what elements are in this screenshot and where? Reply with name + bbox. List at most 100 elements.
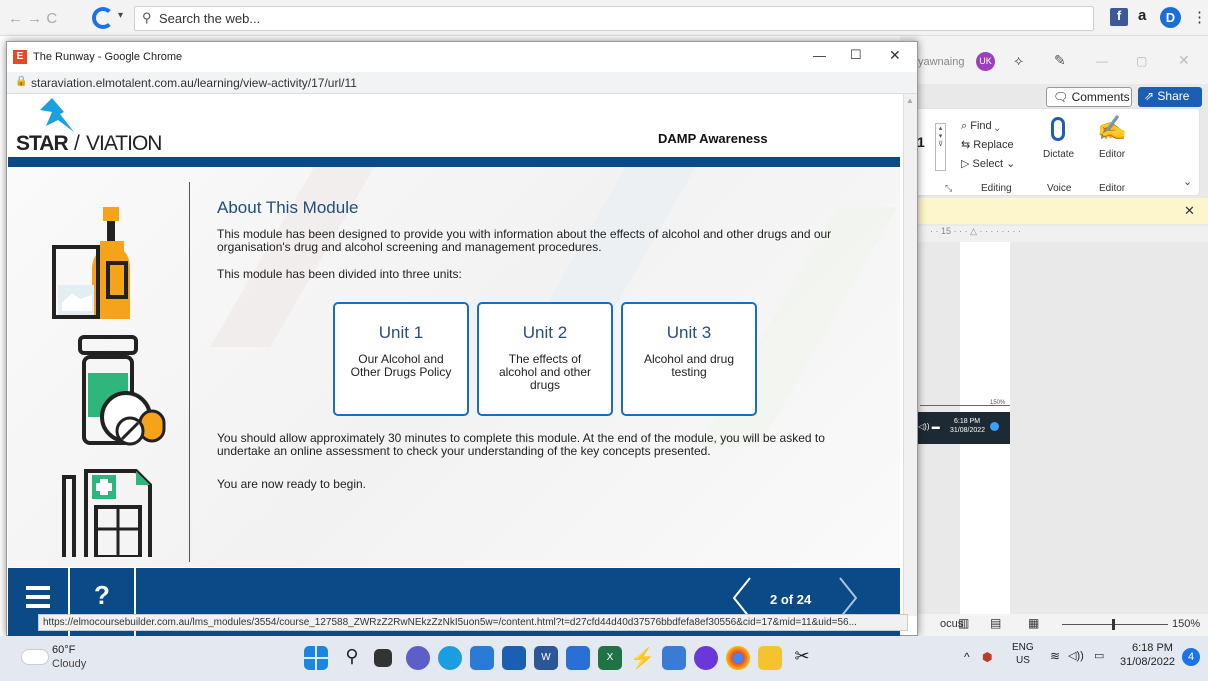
section-heading: About This Module — [217, 198, 359, 217]
volume-icon[interactable]: ◁)) — [1068, 649, 1084, 662]
module-name: DAMP Awareness — [658, 131, 768, 146]
editing-commands: ⌕ Find ⌄ ⇆ Replace ▷ Select ⌄ — [961, 117, 1015, 174]
microphone-icon[interactable] — [1051, 117, 1065, 141]
restore-icon[interactable]: ▢ — [1136, 54, 1147, 68]
edge-icon[interactable] — [438, 646, 462, 670]
dialog-launcher-icon[interactable]: ⤡ — [945, 183, 952, 194]
comments-label: Comments — [1071, 90, 1130, 104]
dropbox-icon[interactable] — [566, 646, 590, 670]
weather-desc[interactable]: Cloudy — [52, 658, 86, 670]
teams-icon[interactable] — [406, 646, 430, 670]
time-note: You should allow approximately 30 minute… — [217, 431, 825, 458]
zoom-thumb[interactable] — [1112, 619, 1115, 630]
window-title: The Runway - Google Chrome — [33, 51, 183, 63]
avatar[interactable]: UK — [976, 52, 995, 71]
zoom-label[interactable]: 150% — [1172, 618, 1200, 630]
nav-buttons[interactable]: ← → C — [8, 10, 57, 27]
diamond-icon[interactable]: ⟡ — [1014, 52, 1023, 69]
unit-title: Unit 1 — [378, 323, 424, 342]
info-bar-close-icon[interactable]: ✕ — [1184, 203, 1195, 219]
close-button[interactable]: ✕ — [889, 47, 901, 64]
amazon-icon[interactable]: a — [1138, 7, 1146, 24]
ie-logo-icon[interactable] — [92, 7, 114, 29]
task-view-icon[interactable] — [374, 649, 392, 667]
page-indicator: 2 of 24 — [770, 592, 812, 607]
web-search-input[interactable]: ⚲ Search the web... — [134, 6, 1094, 31]
find-button[interactable]: ⌕ Find ⌄ — [961, 120, 1000, 132]
minimize-button[interactable]: — — [813, 48, 826, 63]
select-button[interactable]: ▷ Select ⌄ — [961, 158, 1015, 170]
voice-group-label: Voice — [1047, 183, 1072, 194]
unit-1-card[interactable]: Unit 1 Our Alcohol and Other Drugs Polic… — [333, 302, 469, 416]
unit-2-card[interactable]: Unit 2 The effects of alcohol and other … — [477, 302, 613, 416]
cloud-icon[interactable] — [22, 650, 48, 664]
clock-date[interactable]: 31/08/2022 — [1120, 656, 1175, 668]
security-alert-icon[interactable]: ⬢ — [982, 650, 992, 664]
zoom-app-icon[interactable] — [662, 646, 686, 670]
scroll-up-icon[interactable]: ▲ — [906, 96, 914, 105]
word-icon[interactable]: W — [534, 646, 558, 670]
share-button[interactable]: ⇗ Share — [1138, 87, 1202, 107]
mail-icon[interactable] — [502, 646, 526, 670]
course-header: STAR / VIATION DAMP Awareness — [8, 94, 900, 157]
search-icon[interactable]: ⚲ — [340, 646, 364, 670]
brand-star: STAR — [16, 132, 69, 155]
star-logo-icon — [40, 98, 74, 132]
winamp-icon[interactable]: ⚡ — [630, 646, 655, 670]
editor-label[interactable]: Editor — [1099, 149, 1125, 160]
excel-icon[interactable]: X — [598, 646, 622, 670]
clock-time[interactable]: 6:18 PM — [1132, 642, 1173, 654]
address-bar[interactable]: 🔒 staraviation.elmotalent.com.au/learnin… — [7, 72, 917, 94]
chevron-down-icon[interactable]: ▾ — [118, 10, 123, 21]
word-ribbon: 1 ▴ ▾ ⊽ ⌕ Find ⌄ ⇆ Replace ▷ Select ⌄ Dict… — [900, 108, 1200, 196]
search-icon: ⚲ — [142, 10, 152, 25]
brand-a-glyph: / — [74, 132, 80, 155]
scrollbar[interactable]: ▲ — [903, 94, 917, 616]
medical-form-icon — [62, 469, 152, 557]
pen-icon[interactable]: ✎ — [1054, 52, 1066, 69]
tray-chevron-icon[interactable]: ^ — [964, 650, 970, 664]
weather-temp[interactable]: 60°F — [52, 644, 75, 656]
language-indicator[interactable]: ENG — [1012, 642, 1034, 653]
store-icon[interactable] — [470, 646, 494, 670]
close-icon[interactable]: ✕ — [1178, 52, 1190, 69]
elmo-favicon-icon: E — [13, 50, 27, 64]
file-explorer-icon[interactable] — [758, 646, 782, 670]
word-user-name: yawnaing — [918, 56, 965, 68]
replace-button[interactable]: ⇆ Replace — [961, 139, 1014, 151]
chrome-icon[interactable] — [726, 646, 750, 670]
battery-icon[interactable]: ▭ — [1094, 649, 1104, 662]
address-url[interactable]: staraviation.elmotalent.com.au/learning/… — [31, 76, 357, 90]
font-size-value[interactable]: 1 — [917, 134, 925, 150]
more-menu-icon[interactable]: ⋮ — [1192, 8, 1207, 26]
hamburger-icon — [26, 595, 50, 599]
ready-text: You are now ready to begin. — [217, 477, 366, 491]
background-browser-toolbar: ← → C ▾ ⚲ Search the web... f a D ⋮ — [0, 0, 1208, 36]
web-layout-icon[interactable]: ▦ — [1028, 616, 1039, 630]
comments-button[interactable]: 🗨 Comments — [1046, 87, 1132, 107]
unit-description: Our Alcohol and Other Drugs Policy — [350, 352, 452, 379]
print-layout-icon[interactable]: ▤ — [990, 616, 1001, 630]
start-icon[interactable] — [304, 646, 328, 670]
zoom-slider[interactable] — [1062, 624, 1168, 625]
extension-icon[interactable]: D — [1160, 7, 1181, 28]
editor-pen-icon[interactable]: ✍ — [1097, 114, 1127, 143]
snipping-tool-icon[interactable]: ✂ — [790, 646, 814, 670]
course-content: About This Module This module has been d… — [8, 167, 900, 567]
read-mode-icon[interactable]: ▥ — [958, 616, 969, 630]
styles-scroll[interactable]: ▴ ▾ ⊽ — [935, 123, 946, 171]
facebook-icon[interactable]: f — [1110, 8, 1128, 26]
header-stripe — [8, 157, 900, 167]
editor-group-label: Editor — [1099, 183, 1126, 194]
dictate-label[interactable]: Dictate — [1043, 149, 1074, 160]
notification-badge[interactable]: 4 — [1182, 648, 1200, 666]
pill-bottle-icon — [78, 335, 166, 446]
word-title-bar: yawnaing UK ⟡ ✎ — ▢ ✕ — [900, 36, 1208, 84]
maximize-button[interactable]: ☐ — [850, 47, 862, 63]
unit-3-card[interactable]: Unit 3 Alcohol and drug testing — [621, 302, 757, 416]
minimize-icon[interactable]: — — [1096, 54, 1108, 68]
ribbon-collapse-icon[interactable]: ⌄ — [1183, 175, 1192, 188]
wifi-icon[interactable]: ≋ — [1050, 649, 1060, 663]
layout-indicator[interactable]: US — [1016, 655, 1030, 666]
tor-icon[interactable] — [694, 646, 718, 670]
